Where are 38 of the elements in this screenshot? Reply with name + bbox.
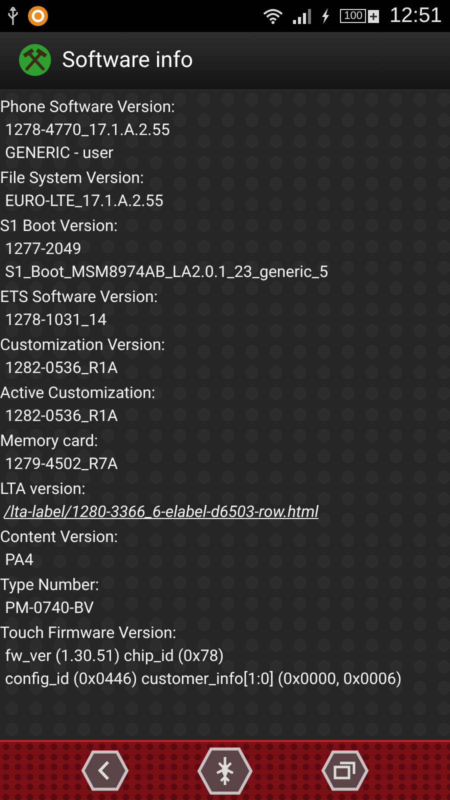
- field-value: 1278-1031_14: [4, 309, 108, 331]
- field-label: Active Customization:: [0, 382, 156, 404]
- plus-icon: [368, 10, 380, 22]
- field-label: Memory card:: [0, 430, 99, 452]
- field-value: 1278-4770_17.1.A.2.55: [4, 119, 171, 141]
- field-value: 1282-0536_R1A: [4, 357, 119, 379]
- field-value: 1282-0536_R1A: [4, 405, 119, 427]
- field-label: File System Version:: [0, 167, 145, 189]
- field-label: Phone Software Version:: [0, 96, 176, 118]
- wifi-icon: [263, 8, 284, 24]
- signal-icon: [293, 8, 312, 24]
- field-value: PM-0740-BV: [4, 597, 95, 619]
- link[interactable]: /lta-label/1280-3366_6-elabel-d6503-row.html: [0, 500, 450, 523]
- field-value: GENERIC - user: [4, 142, 114, 164]
- app-notification-icon: [28, 6, 48, 26]
- field-value: 1279-4502_R7A: [4, 453, 119, 475]
- field-label: ETS Software Version:: [0, 286, 159, 308]
- field-label: Customization Version:: [0, 334, 166, 356]
- recent-apps-button[interactable]: [321, 750, 369, 792]
- field-label: LTA version:: [0, 478, 86, 500]
- field-value: fw_ver (1.30.51) chip_id (0x78): [4, 645, 225, 667]
- field-label: Type Number:: [0, 574, 100, 596]
- battery-level: 100: [340, 9, 366, 23]
- field-value: config_id (0x0446) customer_info[1:0] (0x0000, 0x0006): [4, 668, 403, 690]
- field-value: S1_Boot_MSM8974AB_LA2.0.1_23_generic_5: [4, 261, 330, 283]
- clock: 12:51: [389, 4, 442, 28]
- charging-icon: [321, 8, 330, 24]
- field-value: PA4: [4, 549, 34, 571]
- screen-title: Software info: [62, 48, 194, 72]
- field-label: Content Version:: [0, 526, 119, 548]
- field-value: 1277-2049: [4, 238, 82, 260]
- field-label: Touch Firmware Version:: [0, 622, 178, 644]
- back-button[interactable]: [81, 750, 129, 792]
- usb-icon: [8, 7, 18, 25]
- home-button[interactable]: [197, 747, 253, 795]
- crossed-hammers-icon: [18, 43, 52, 77]
- field-label: S1 Boot Version:: [0, 215, 119, 237]
- field-value: EURO-LTE_17.1.A.2.55: [4, 190, 164, 212]
